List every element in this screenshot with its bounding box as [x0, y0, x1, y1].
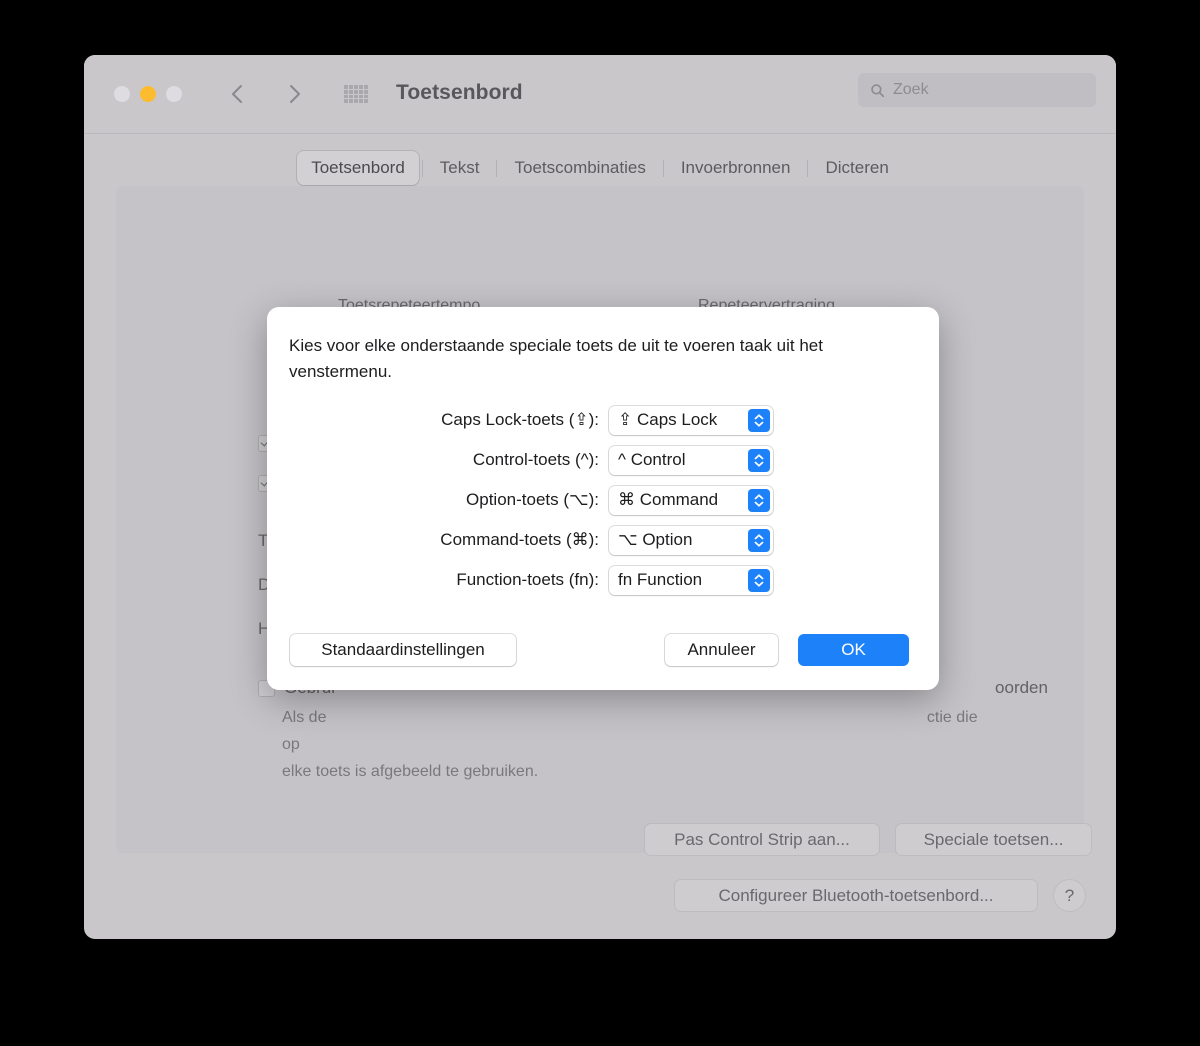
- chevron-updown-icon[interactable]: [748, 568, 770, 592]
- popup-value-command: ⌥ Option: [618, 530, 693, 549]
- modifier-keys-dialog: Kies voor elke onderstaande speciale toe…: [267, 307, 939, 690]
- tab-invoerbronnen[interactable]: Invoerbronnen: [667, 151, 805, 185]
- close-button[interactable]: [114, 86, 130, 102]
- row-label-caps-lock: Caps Lock-toets (⇪):: [441, 410, 599, 429]
- fkeys-description: Als de ctie die op elke toets is afgebee…: [282, 704, 982, 785]
- popup-control[interactable]: ^ Control: [609, 445, 773, 475]
- tab-toetscombinaties[interactable]: Toetscombinaties: [500, 151, 659, 185]
- tab-separator: [421, 159, 423, 177]
- dialog-message: Kies voor elke onderstaande speciale toe…: [289, 336, 823, 381]
- search-icon: [871, 83, 885, 97]
- popup-function[interactable]: fn Function: [609, 565, 773, 595]
- window-titlebar: Toetsenbord Zoek: [84, 55, 1116, 134]
- page-title: Toetsenbord: [396, 81, 523, 104]
- popup-value-control: ^ Control: [618, 450, 686, 469]
- tab-bar: Toetsenbord Tekst Toetscombinaties Invoe…: [84, 151, 1116, 185]
- chevron-updown-icon[interactable]: [748, 528, 770, 552]
- modifier-key-rows: Caps Lock-toets (⇪): ⇪ Caps Lock Control…: [267, 400, 939, 600]
- row-caps-lock: Caps Lock-toets (⇪): ⇪ Caps Lock: [267, 400, 939, 440]
- search-placeholder: Zoek: [893, 81, 929, 98]
- fkeys-description-line1-head: Als de: [282, 709, 327, 726]
- fkeys-description-line1-tail: ctie die op: [282, 709, 978, 753]
- minimize-button[interactable]: [140, 86, 156, 102]
- row-label-option: Option-toets (⌥):: [466, 490, 599, 509]
- row-function: Function-toets (fn): fn Function: [267, 560, 939, 600]
- checkbox-label-tail: oorden: [995, 678, 1048, 697]
- popup-value-option: ⌘ Command: [618, 490, 719, 509]
- dialog-button-row: Standaardinstellingen Annuleer OK: [267, 634, 939, 666]
- popup-command[interactable]: ⌥ Option: [609, 525, 773, 555]
- tab-separator: [807, 159, 809, 177]
- row-label-command: Command-toets (⌘):: [440, 530, 599, 549]
- help-button[interactable]: ?: [1054, 880, 1085, 911]
- tab-dicteren[interactable]: Dicteren: [811, 151, 902, 185]
- show-all-grid-icon[interactable]: [344, 85, 368, 103]
- tab-tekst[interactable]: Tekst: [426, 151, 494, 185]
- chevron-updown-icon[interactable]: [748, 408, 770, 432]
- zoom-button[interactable]: [166, 86, 182, 102]
- chevron-updown-icon[interactable]: [748, 448, 770, 472]
- popup-value-caps-lock: ⇪ Caps Lock: [618, 410, 718, 429]
- row-label-function: Function-toets (fn):: [456, 570, 599, 589]
- popup-value-function: fn Function: [618, 570, 703, 589]
- customize-control-strip-button[interactable]: Pas Control Strip aan...: [645, 824, 879, 855]
- forward-chevron-icon[interactable]: [280, 80, 308, 108]
- ok-button[interactable]: OK: [798, 634, 909, 666]
- tab-separator: [662, 159, 664, 177]
- chevron-updown-icon[interactable]: [748, 488, 770, 512]
- row-control: Control-toets (^): ^ Control: [267, 440, 939, 480]
- back-chevron-icon[interactable]: [224, 80, 252, 108]
- row-option: Option-toets (⌥): ⌘ Command: [267, 480, 939, 520]
- row-label-control: Control-toets (^):: [472, 450, 599, 469]
- popup-caps-lock[interactable]: ⇪ Caps Lock: [609, 405, 773, 435]
- modifier-keys-button[interactable]: Speciale toetsen...: [896, 824, 1091, 855]
- cancel-button[interactable]: Annuleer: [665, 634, 778, 666]
- fkeys-description-line2: elke toets is afgebeeld te gebruiken.: [282, 763, 539, 780]
- setup-bluetooth-keyboard-button[interactable]: Configureer Bluetooth-toetsenbord...: [675, 880, 1037, 911]
- restore-defaults-button[interactable]: Standaardinstellingen: [290, 634, 516, 666]
- search-input[interactable]: Zoek: [858, 73, 1096, 107]
- popup-option[interactable]: ⌘ Command: [609, 485, 773, 515]
- tab-separator: [496, 159, 498, 177]
- row-command: Command-toets (⌘): ⌥ Option: [267, 520, 939, 560]
- tab-toetsenbord[interactable]: Toetsenbord: [297, 151, 419, 185]
